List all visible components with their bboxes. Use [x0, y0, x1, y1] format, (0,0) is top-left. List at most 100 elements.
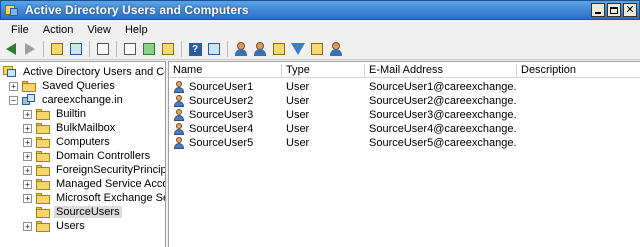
list-header: Name Type E-Mail Address Description: [169, 64, 640, 78]
expand-icon[interactable]: +: [9, 81, 18, 91]
list-row[interactable]: SourceUser1 User SourceUser1@careexchang…: [169, 80, 640, 94]
expand-icon[interactable]: +: [23, 221, 32, 231]
user-name: SourceUser4: [189, 123, 254, 135]
expand-icon[interactable]: +: [23, 165, 32, 175]
tree-item-managed-service-accounts[interactable]: + Managed Service Accounts: [23, 177, 165, 191]
folder-icon: [36, 192, 50, 204]
folder-icon: [36, 164, 50, 176]
list-row[interactable]: SourceUser3 User SourceUser3@careexchang…: [169, 108, 640, 122]
expand-icon[interactable]: +: [23, 193, 32, 203]
tree-root-label: Active Directory Users and Comput: [23, 66, 165, 78]
new-ou-icon[interactable]: [271, 41, 287, 57]
close-icon: ✕: [625, 3, 635, 16]
user-email: SourceUser4@careexchange.in: [369, 123, 517, 135]
close-button[interactable]: ✕: [623, 3, 637, 17]
details-list[interactable]: Name Type E-Mail Address Description Sou…: [168, 61, 640, 247]
toolbar-separator: [116, 41, 117, 57]
menu-action[interactable]: Action: [36, 21, 81, 39]
toolbar-separator: [89, 41, 90, 57]
user-name: SourceUser5: [189, 137, 254, 149]
tree-item-label: Saved Queries: [42, 80, 115, 92]
domain-icon: [22, 94, 36, 106]
user-icon: [172, 136, 186, 150]
forward-icon[interactable]: [22, 41, 38, 57]
expand-icon[interactable]: +: [23, 109, 32, 119]
column-header-name[interactable]: Name: [169, 64, 282, 78]
tree-item-foreign-security-principals[interactable]: + ForeignSecurityPrincipals: [23, 163, 165, 177]
user-name: SourceUser3: [189, 109, 254, 121]
window-controls: ✕: [591, 3, 637, 17]
tree-item-builtin[interactable]: + Builtin: [23, 107, 88, 121]
help-icon[interactable]: ?: [187, 41, 203, 57]
minimize-icon: [595, 12, 601, 14]
maximize-button[interactable]: [607, 3, 621, 17]
toolbar-separator: [43, 41, 44, 57]
up-folder-icon[interactable]: [49, 41, 65, 57]
menu-view[interactable]: View: [80, 21, 118, 39]
tree-item-label: Users: [56, 220, 85, 232]
folder-icon: [22, 80, 36, 92]
menu-help[interactable]: Help: [118, 21, 155, 39]
folder-icon: [36, 136, 50, 148]
tree-item-label: Computers: [56, 136, 110, 148]
show-console-tree-icon[interactable]: [68, 41, 84, 57]
tree-item-users[interactable]: + Users: [23, 219, 87, 233]
user-icon: [172, 122, 186, 136]
find-icon[interactable]: [309, 41, 325, 57]
tree-root[interactable]: Active Directory Users and Comput: [3, 65, 165, 79]
folder-icon: [36, 150, 50, 162]
tree-item-bulkmailbox[interactable]: + BulkMailbox: [23, 121, 117, 135]
refresh-icon[interactable]: [141, 41, 157, 57]
user-type: User: [286, 123, 310, 135]
filter-icon[interactable]: [290, 41, 306, 57]
expand-icon[interactable]: +: [23, 179, 32, 189]
tree-item-domain-controllers[interactable]: + Domain Controllers: [23, 149, 152, 163]
user-icon: [172, 80, 186, 94]
app-icon: [5, 3, 19, 17]
folder-icon: [36, 108, 50, 120]
console-tree[interactable]: Active Directory Users and Comput + Save…: [0, 61, 166, 247]
copy-icon[interactable]: [95, 41, 111, 57]
tree-item-label: careexchange.in: [42, 94, 123, 106]
toolbar-separator: [181, 41, 182, 57]
user-icon: [172, 94, 186, 108]
new-group-icon[interactable]: [252, 41, 268, 57]
column-header-type[interactable]: Type: [282, 64, 365, 78]
list-row[interactable]: SourceUser2 User SourceUser2@careexchang…: [169, 94, 640, 108]
column-header-email[interactable]: E-Mail Address: [365, 64, 517, 78]
tree-item-label: Domain Controllers: [56, 150, 151, 162]
user-email: SourceUser1@careexchange.in: [369, 81, 517, 93]
new-user-icon[interactable]: [233, 41, 249, 57]
back-icon[interactable]: [3, 41, 19, 57]
folder-icon: [36, 122, 50, 134]
add-to-group-icon[interactable]: [328, 41, 344, 57]
tree-item-label: SourceUsers: [54, 206, 122, 218]
tree-item-computers[interactable]: + Computers: [23, 135, 112, 149]
tree-item-saved-queries[interactable]: + Saved Queries: [9, 79, 117, 93]
tree-item-sourceusers[interactable]: SourceUsers: [23, 205, 122, 219]
title-bar[interactable]: Active Directory Users and Computers ✕: [0, 0, 640, 20]
collapse-icon[interactable]: −: [9, 95, 18, 105]
menu-file[interactable]: File: [4, 21, 36, 39]
tree-item-label: Builtin: [56, 108, 86, 120]
user-icon: [172, 108, 186, 122]
properties-icon[interactable]: [122, 41, 138, 57]
export-list-icon[interactable]: [160, 41, 176, 57]
user-type: User: [286, 81, 310, 93]
expand-icon[interactable]: +: [23, 151, 32, 161]
window-title: Active Directory Users and Computers: [25, 3, 249, 17]
expand-icon[interactable]: +: [23, 123, 32, 133]
tree-item-microsoft-exchange-security[interactable]: + Microsoft Exchange Securit: [23, 191, 165, 205]
maximize-icon: [610, 6, 618, 14]
user-type: User: [286, 109, 310, 121]
column-header-description[interactable]: Description: [517, 64, 637, 78]
tree-item-domain[interactable]: − careexchange.in: [9, 93, 125, 107]
list-row[interactable]: SourceUser5 User SourceUser5@careexchang…: [169, 136, 640, 150]
ou-folder-icon: [36, 206, 50, 218]
show-action-pane-icon[interactable]: [206, 41, 222, 57]
user-email: SourceUser3@careexchange.in: [369, 109, 517, 121]
user-email: SourceUser2@careexchange.in: [369, 95, 517, 107]
expand-icon[interactable]: +: [23, 137, 32, 147]
list-row[interactable]: SourceUser4 User SourceUser4@careexchang…: [169, 122, 640, 136]
minimize-button[interactable]: [591, 3, 605, 17]
